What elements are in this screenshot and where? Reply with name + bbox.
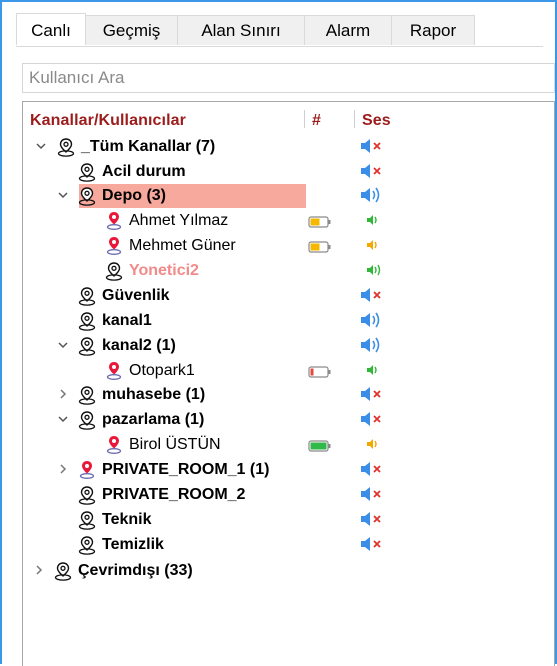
speaker-muted-icon[interactable]	[360, 137, 386, 162]
channel-pin-icon	[76, 185, 98, 207]
tree-item-label: _Tüm Kanallar (7)	[81, 138, 216, 155]
channel-pin-icon	[103, 260, 125, 282]
tree-item-label: Otopark1	[129, 362, 195, 379]
search-input[interactable]	[22, 63, 555, 93]
chevron-down-icon[interactable]	[35, 137, 49, 155]
channel-pin-icon	[52, 560, 74, 582]
channel-tree[interactable]: Kanallar/Kullanıcılar # Ses _Tüm Kanalla…	[22, 101, 555, 666]
tree-item-label: Çevrimdışı (33)	[78, 562, 193, 579]
channel-row[interactable]: Güvenlik	[23, 284, 554, 308]
tree-item-label: Mehmet Güner	[129, 237, 236, 254]
tree-item-label: Birol ÜSTÜN	[129, 436, 221, 453]
tree-item-label: PRIVATE_ROOM_1 (1)	[102, 461, 270, 478]
speaker-muted-icon[interactable]	[360, 460, 386, 485]
speaker-muted-icon[interactable]	[360, 410, 386, 435]
channel-pin-icon	[55, 136, 77, 158]
channel-row[interactable]: Depo (3)	[23, 184, 554, 208]
channel-pin-icon	[76, 285, 98, 307]
speaker-active-icon[interactable]	[365, 361, 385, 384]
channel-row[interactable]: PRIVATE_ROOM_2	[23, 483, 554, 507]
speaker-warning-icon[interactable]	[365, 435, 385, 458]
user-row[interactable]: Yonetici2	[23, 259, 554, 283]
speaker-on-icon[interactable]	[360, 311, 386, 336]
tree-item-label: Ahmet Yılmaz	[129, 212, 229, 229]
tree-item-label: pazarlama (1)	[102, 411, 205, 428]
channel-row[interactable]: kanal2 (1)	[23, 334, 554, 358]
channel-row[interactable]: _Tüm Kanallar (7)	[23, 135, 554, 159]
battery-icon	[308, 365, 332, 383]
tab-canli[interactable]: Canlı	[16, 13, 86, 45]
channel-row[interactable]: PRIVATE_ROOM_1 (1)	[23, 458, 554, 482]
user-location-pin-icon	[103, 210, 125, 232]
channel-row[interactable]: Teknik	[23, 508, 554, 532]
chevron-right-icon[interactable]	[57, 460, 71, 478]
tree-item-label: Temizlik	[102, 536, 164, 553]
channel-pin-icon	[76, 484, 98, 506]
tree-item-label: Depo (3)	[102, 187, 166, 204]
column-divider[interactable]	[304, 110, 305, 128]
tab-rapor[interactable]: Rapor	[392, 15, 475, 45]
user-location-pin-icon	[103, 360, 125, 382]
tree-item-label: kanal2 (1)	[102, 337, 176, 354]
tree-item-label: PRIVATE_ROOM_2	[102, 486, 246, 503]
channel-pin-icon	[76, 161, 98, 183]
speaker-loud-icon[interactable]	[365, 261, 385, 284]
user-location-pin-icon	[103, 434, 125, 456]
speaker-active-icon[interactable]	[365, 211, 385, 234]
user-row[interactable]: Otopark1	[23, 359, 554, 383]
column-header-sound[interactable]: Ses	[362, 112, 391, 130]
chevron-right-icon[interactable]	[57, 385, 71, 403]
user-location-pin-icon	[76, 459, 98, 481]
tab-gecmis[interactable]: Geçmiş	[86, 15, 178, 45]
battery-icon	[308, 439, 332, 457]
user-row[interactable]: Mehmet Güner	[23, 234, 554, 258]
user-row[interactable]: Ahmet Yılmaz	[23, 209, 554, 233]
speaker-muted-icon[interactable]	[360, 385, 386, 410]
tab-alan-siniri[interactable]: Alan Sınırı	[178, 15, 305, 45]
channel-row[interactable]: Çevrimdışı (33)	[23, 559, 554, 583]
column-header-name[interactable]: Kanallar/Kullanıcılar	[30, 112, 186, 130]
app-window: Canlı Geçmiş Alan Sınırı Alarm Rapor Kan…	[0, 0, 557, 666]
channel-pin-icon	[76, 409, 98, 431]
channel-pin-icon	[76, 335, 98, 357]
user-row[interactable]: Birol ÜSTÜN	[23, 433, 554, 457]
chevron-right-icon[interactable]	[33, 561, 47, 579]
channel-pin-icon	[76, 384, 98, 406]
speaker-muted-icon[interactable]	[360, 510, 386, 535]
speaker-muted-icon[interactable]	[360, 535, 386, 560]
battery-icon	[308, 240, 332, 258]
battery-icon	[308, 215, 332, 233]
channel-row[interactable]: pazarlama (1)	[23, 408, 554, 432]
speaker-muted-icon[interactable]	[360, 485, 386, 510]
channel-row[interactable]: muhasebe (1)	[23, 383, 554, 407]
tab-divider	[16, 46, 543, 47]
channel-row[interactable]: kanal1	[23, 309, 554, 333]
tree-item-label: Acil durum	[102, 163, 186, 180]
speaker-on-icon[interactable]	[360, 336, 386, 361]
speaker-warning-icon[interactable]	[365, 236, 385, 259]
column-divider[interactable]	[354, 110, 355, 128]
tree-item-label: Güvenlik	[102, 287, 170, 304]
tree-item-label: Yonetici2	[129, 262, 199, 279]
channel-row[interactable]: Acil durum	[23, 160, 554, 184]
chevron-down-icon[interactable]	[57, 336, 71, 354]
chevron-down-icon[interactable]	[57, 410, 71, 428]
channel-pin-icon	[76, 310, 98, 332]
channel-row[interactable]: Temizlik	[23, 533, 554, 557]
user-location-pin-icon	[103, 235, 125, 257]
tree-item-label: kanal1	[102, 312, 152, 329]
speaker-on-icon[interactable]	[360, 186, 386, 211]
speaker-muted-icon[interactable]	[360, 286, 386, 311]
tree-item-label: Teknik	[102, 511, 152, 528]
tab-alarm[interactable]: Alarm	[305, 15, 392, 45]
tab-bar: Canlı Geçmiş Alan Sınırı Alarm Rapor	[16, 13, 475, 47]
channel-pin-icon	[76, 534, 98, 556]
chevron-down-icon[interactable]	[57, 186, 71, 204]
column-header-hash[interactable]: #	[312, 112, 321, 130]
channel-pin-icon	[76, 509, 98, 531]
tree-item-label: muhasebe (1)	[102, 386, 206, 403]
